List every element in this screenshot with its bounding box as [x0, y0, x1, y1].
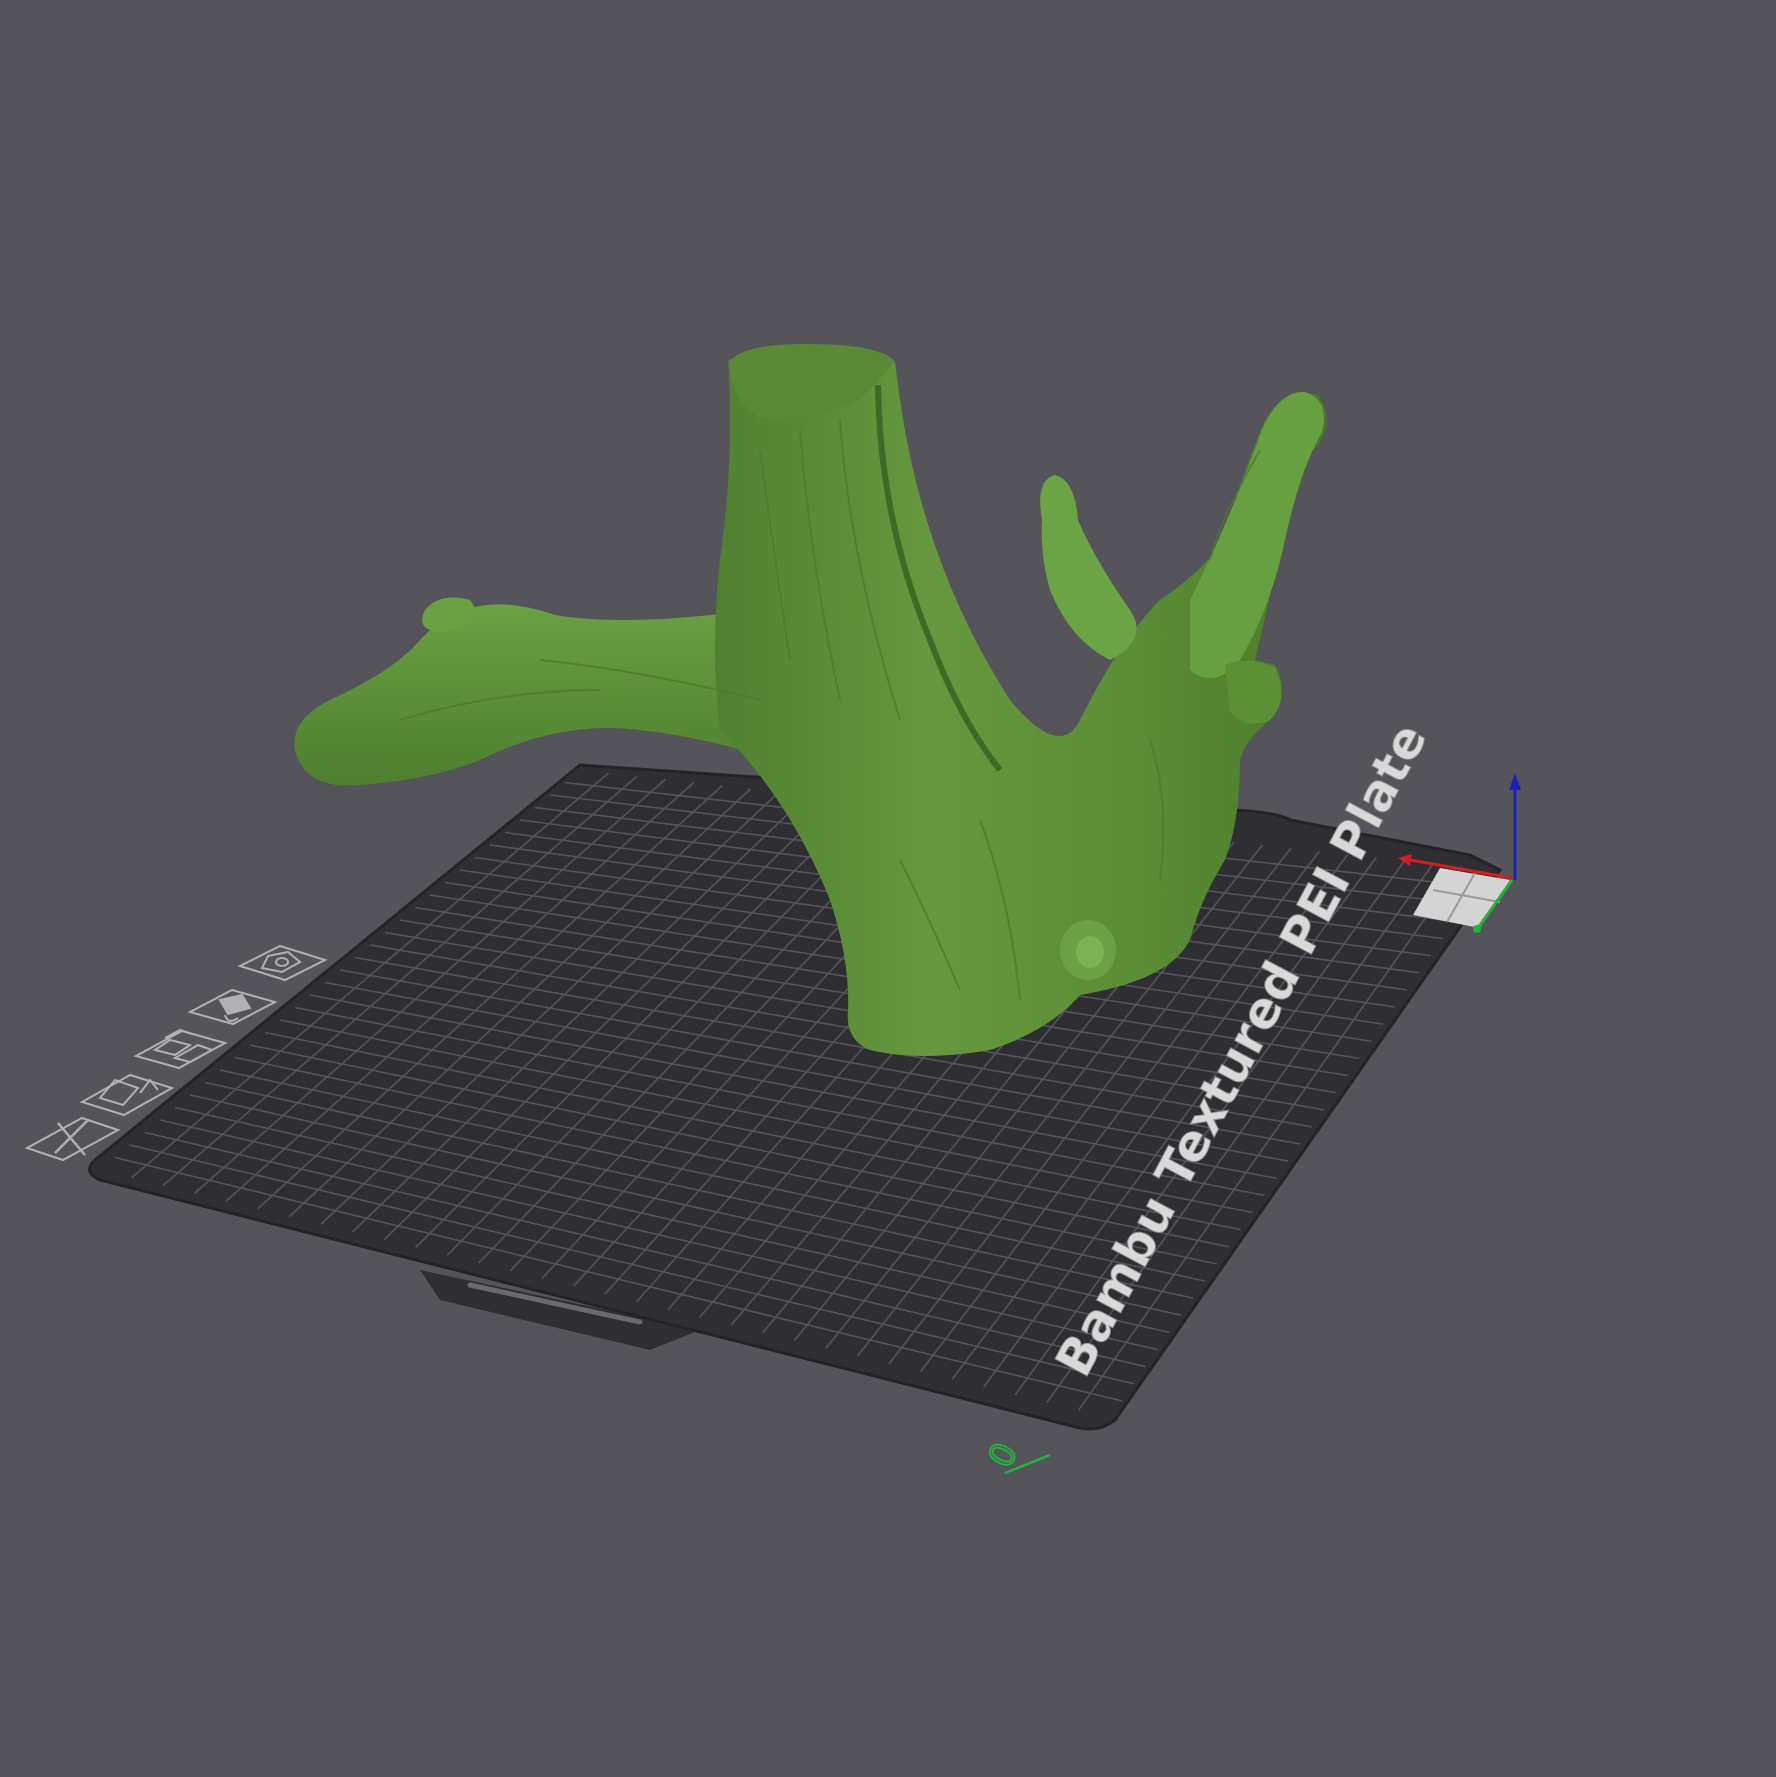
gear-icon	[260, 950, 302, 974]
plate-options-button[interactable]	[237, 944, 328, 982]
branch-stub	[1225, 660, 1282, 724]
3d-viewport[interactable]: Bambu Textured PEI Plate 0	[0, 0, 1776, 1777]
layout-icon	[152, 1028, 215, 1064]
z-axis-arrow	[1509, 773, 1521, 790]
plate-settings-button[interactable]	[133, 1028, 228, 1070]
lock-plate-button[interactable]	[187, 988, 278, 1026]
right-short-branch	[1040, 475, 1137, 660]
y-axis-tip	[1473, 925, 1481, 933]
trunk-knot-inner	[1076, 936, 1104, 968]
